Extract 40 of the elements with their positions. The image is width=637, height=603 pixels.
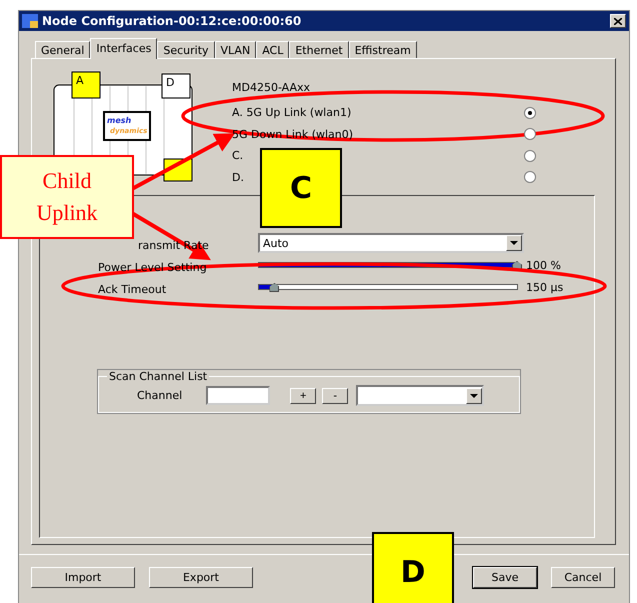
tab[interactable]: Effistream bbox=[348, 41, 417, 58]
footer-button[interactable]: Export bbox=[149, 567, 253, 588]
slider-reading: 100 % bbox=[526, 258, 561, 272]
app-icon bbox=[22, 14, 38, 28]
radio-button[interactable] bbox=[524, 106, 536, 119]
interface-label: C. bbox=[232, 149, 244, 162]
radio-button[interactable] bbox=[524, 128, 536, 140]
marker-label: C bbox=[260, 148, 342, 228]
remove-button[interactable]: - bbox=[322, 388, 348, 404]
channel-field[interactable] bbox=[206, 386, 270, 405]
callout-text: Child bbox=[42, 167, 92, 195]
window-title: Node Configuration-00:12:ce:00:00:60 bbox=[42, 14, 302, 28]
close-icon bbox=[614, 18, 622, 24]
footer-button[interactable]: Save bbox=[473, 567, 537, 588]
tab[interactable]: ACL bbox=[256, 41, 290, 58]
footer-button[interactable]: Cancel bbox=[551, 567, 615, 588]
callout-text: Uplink bbox=[36, 199, 98, 227]
tab[interactable]: VLAN bbox=[214, 41, 256, 58]
field-label: Ack Timeout bbox=[98, 282, 166, 296]
model-label: MD4250-AAxx bbox=[232, 81, 312, 94]
interface-label: D. bbox=[232, 170, 244, 184]
caret-icon bbox=[469, 392, 480, 398]
radio-button[interactable] bbox=[524, 171, 536, 184]
close-button[interactable] bbox=[610, 14, 626, 28]
footer-button[interactable]: Import bbox=[31, 567, 135, 588]
group-title: Scan Channel List bbox=[108, 370, 208, 383]
tab[interactable]: Ethernet bbox=[289, 41, 349, 58]
tab[interactable]: Interfaces bbox=[90, 38, 158, 59]
tab[interactable]: General bbox=[35, 41, 90, 58]
caret-icon bbox=[509, 240, 519, 246]
radio-button[interactable] bbox=[524, 150, 536, 162]
slider-thumb[interactable] bbox=[269, 283, 280, 292]
channel-label: Channel bbox=[137, 389, 182, 402]
channel-dropdown[interactable] bbox=[356, 385, 484, 406]
marker-label: D bbox=[372, 532, 454, 603]
add-button[interactable]: + bbox=[290, 388, 316, 404]
transmit-rate-dropdown[interactable]: Auto bbox=[258, 233, 524, 253]
tab[interactable]: Security bbox=[157, 41, 215, 58]
interface-label: A. 5G Up Link (wlan1) bbox=[232, 106, 352, 120]
slider-reading: 150 µs bbox=[526, 280, 564, 294]
